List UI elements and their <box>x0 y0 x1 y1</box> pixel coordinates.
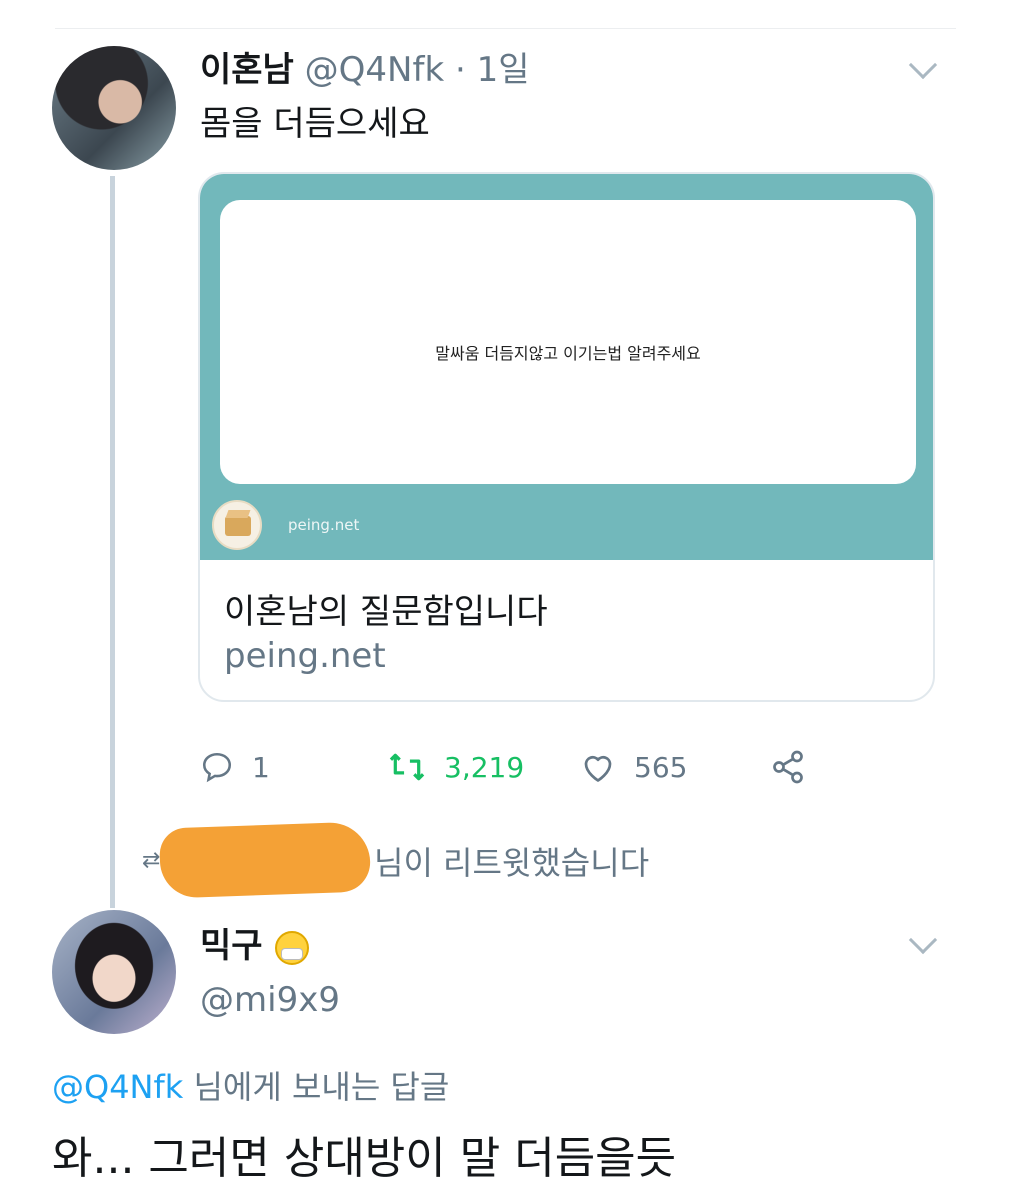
tweet1-text: 몸을 더듬으세요 <box>200 104 430 144</box>
thread-line <box>110 176 115 908</box>
tweet1-separator: · <box>454 50 466 90</box>
top-divider <box>55 28 956 29</box>
like-count: 565 <box>634 750 688 784</box>
tweet2-author-handle[interactable]: @mi9x9 <box>200 980 340 1020</box>
heart-icon <box>584 755 612 782</box>
reply-count: 1 <box>252 750 270 784</box>
mask-emoji-icon <box>274 930 309 965</box>
chevron-down-icon[interactable] <box>908 925 938 955</box>
tweet1-header: 이혼남 @Q4Nfk · 1일 <box>200 42 530 91</box>
reply-button[interactable]: 1 <box>200 745 270 789</box>
avatar-mi9x9[interactable] <box>52 910 176 1034</box>
redaction-mark <box>158 821 372 899</box>
retweet-notice: 님이 리트윗했습니다 <box>374 844 650 882</box>
reply-to-line: @Q4Nfk 님에게 보내는 답글 <box>52 1062 449 1108</box>
tweet1-author-handle[interactable]: @Q4Nfk <box>305 50 445 90</box>
retweet-icon <box>389 753 425 781</box>
card-question-text: 말싸움 더듬지않고 이기는법 알려주세요 <box>435 344 701 363</box>
retweet-button[interactable]: 3,219 <box>388 745 524 789</box>
like-button[interactable]: 565 <box>580 745 687 789</box>
link-card[interactable]: 말싸움 더듬지않고 이기는법 알려주세요 peing.net 이혼남의 질문함입… <box>198 172 935 702</box>
reply-icon <box>202 752 232 783</box>
reply-to-handle[interactable]: @Q4Nfk <box>52 1068 183 1106</box>
card-domain: peing.net <box>224 636 386 676</box>
card-media: 말싸움 더듬지않고 이기는법 알려주세요 peing.net <box>200 174 933 560</box>
tweet1-time[interactable]: 1일 <box>477 50 530 90</box>
tweet2-author-name[interactable]: 믹구 <box>200 918 309 967</box>
chevron-down-icon[interactable] <box>908 50 938 80</box>
tweet2-text: 와... 그러면 상대방이 말 더듬을듯 <box>52 1133 677 1184</box>
box-logo-icon <box>212 500 262 550</box>
card-title: 이혼남의 질문함입니다 <box>224 592 548 632</box>
reply-to-suffix: 님에게 보내는 답글 <box>183 1068 450 1106</box>
retweet-count: 3,219 <box>444 750 525 784</box>
avatar-q4nfk[interactable] <box>52 46 176 170</box>
card-question-box: 말싸움 더듬지않고 이기는법 알려주세요 <box>220 200 916 484</box>
share-button[interactable] <box>770 745 806 789</box>
tweet1-author-name[interactable]: 이혼남 <box>200 50 294 90</box>
share-icon <box>773 750 803 784</box>
card-logo-label: peing.net <box>288 516 360 534</box>
retweeted-icon: ⇄ <box>142 848 161 873</box>
tweet2-name-text: 믹구 <box>200 926 263 966</box>
